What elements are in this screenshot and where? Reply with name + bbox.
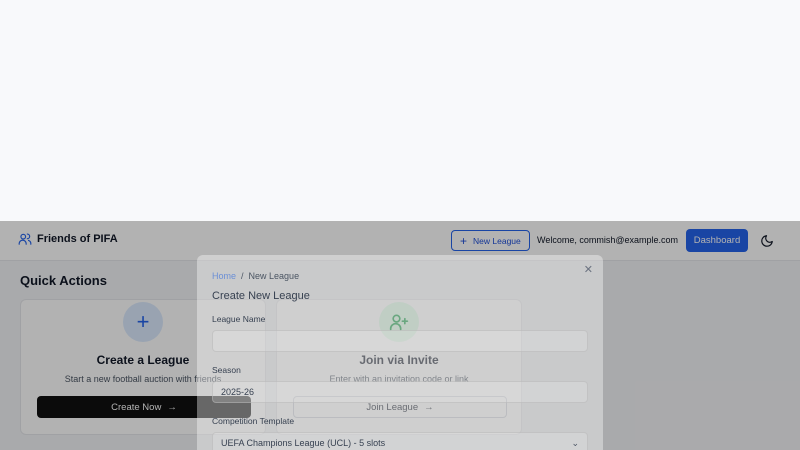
- breadcrumb-current: New League: [248, 271, 300, 281]
- competition-template-value: UEFA Champions League (UCL) - 5 slots: [221, 438, 386, 448]
- league-name-label: League Name: [212, 314, 266, 324]
- chevron-down-icon: ⌄: [571, 437, 579, 448]
- breadcrumb: Home / New League: [212, 271, 299, 281]
- season-input[interactable]: 2025-26: [212, 381, 588, 403]
- create-league-modal: ✕ Home / New League Create New League Le…: [197, 255, 603, 450]
- season-label: Season: [212, 365, 241, 375]
- competition-template-label: Competition Template: [212, 416, 295, 426]
- app-window: Friends of PIFA + New League Welcome, co…: [0, 221, 800, 450]
- breadcrumb-separator: /: [241, 271, 244, 281]
- close-icon[interactable]: ✕: [584, 263, 593, 276]
- blank-area: [0, 0, 800, 221]
- modal-title: Create New League: [212, 290, 310, 302]
- league-name-input[interactable]: [212, 330, 588, 352]
- competition-template-select[interactable]: UEFA Champions League (UCL) - 5 slots ⌄: [212, 432, 588, 450]
- breadcrumb-home[interactable]: Home: [212, 271, 236, 281]
